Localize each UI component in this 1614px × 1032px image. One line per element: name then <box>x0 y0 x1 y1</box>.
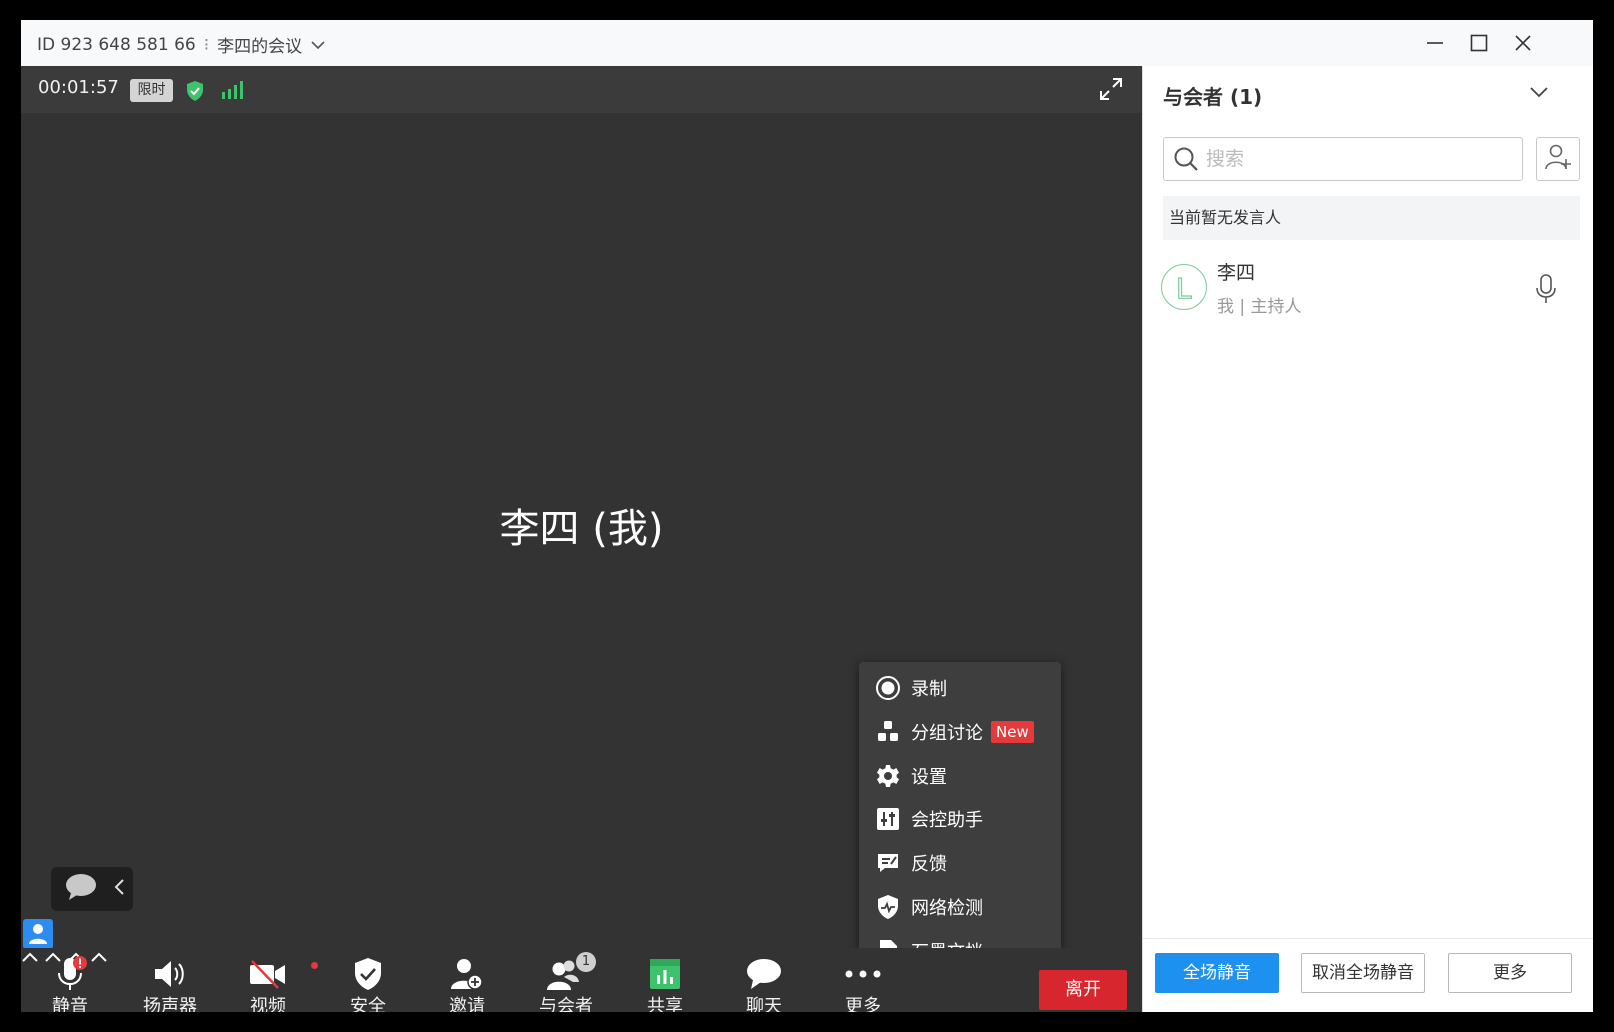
menu-item-label: 设置 <box>911 767 947 788</box>
meeting-timer: 00:01:57 <box>38 77 119 98</box>
video-alert-dot <box>311 962 318 969</box>
security-button[interactable]: 安全 <box>323 948 413 1012</box>
meeting-id: ID 923 648 581 66 <box>37 34 196 55</box>
invite-button[interactable]: 邀请 <box>422 948 512 1012</box>
menu-item-label: 反馈 <box>911 854 947 875</box>
chat-label: 聊天 <box>746 996 782 1012</box>
video-label: 视频 <box>250 996 286 1012</box>
minimize-button[interactable] <box>1419 28 1451 58</box>
participants-count-badge: 1 <box>576 952 596 972</box>
chat-button[interactable]: 聊天 <box>719 948 809 1012</box>
time-limit-badge: 限时 <box>130 79 173 102</box>
video-off-icon <box>223 956 313 992</box>
menu-item-label: 分组讨论 <box>911 723 983 744</box>
menu-item-record[interactable]: 录制 <box>859 668 1061 708</box>
maximize-button[interactable] <box>1463 28 1495 58</box>
participant-search[interactable] <box>1163 137 1523 181</box>
fullscreen-icon[interactable] <box>1098 76 1124 106</box>
participants-panel: 与会者 (1) 当前暂无发言人 L 李四 我 | 主持人 <box>1142 66 1593 1012</box>
record-icon <box>875 675 901 701</box>
video-area: 00:01:57 限时 李四 (我) 录制 分组讨论 New 设置 会控助手 反… <box>21 66 1142 1012</box>
gear-icon <box>875 763 901 789</box>
close-button[interactable] <box>1507 28 1539 58</box>
menu-item-settings[interactable]: 设置 <box>859 756 1061 796</box>
signal-strength-icon[interactable] <box>221 80 243 104</box>
participants-label: 与会者 <box>539 996 593 1012</box>
speaker-icon <box>125 956 215 992</box>
bottom-toolbar: 静音 扬声器 视频 安全 邀请 1 与会者 共享 聊天 更多 <box>21 948 1142 1012</box>
chat-icon <box>719 956 809 992</box>
invite-label: 邀请 <box>449 996 485 1012</box>
chat-bubble-toggle[interactable] <box>51 867 133 911</box>
share-label: 共享 <box>647 996 683 1012</box>
speaker-label: 扬声器 <box>143 996 197 1012</box>
menu-item-label: 会控助手 <box>911 810 983 831</box>
participant-name: 李四 <box>1217 262 1256 284</box>
menu-item-breakout[interactable]: 分组讨论 New <box>859 712 1061 752</box>
panel-footer: 全场静音 取消全场静音 更多 <box>1143 938 1593 1012</box>
unmute-all-button[interactable]: 取消全场静音 <box>1301 953 1425 993</box>
meeting-window: ID 923 648 581 66 ⁝ 李四的会议 00:01:57 限时 李四… <box>21 20 1593 1012</box>
menu-item-control-assistant[interactable]: 会控助手 <box>859 799 1061 839</box>
avatar-letter: L <box>1176 272 1192 302</box>
meeting-title[interactable]: ID 923 648 581 66 ⁝ 李四的会议 <box>37 32 326 57</box>
current-speaker-status: 当前暂无发言人 <box>1163 196 1580 240</box>
participants-button[interactable]: 1 与会者 <box>521 948 611 1012</box>
panel-title: 与会者 (1) <box>1163 85 1263 109</box>
menu-item-network-check[interactable]: 网络检测 <box>859 887 1061 927</box>
chevron-down-icon[interactable] <box>1529 84 1549 103</box>
menu-item-label: 录制 <box>911 679 947 700</box>
mute-button[interactable]: 静音 <box>25 948 115 1012</box>
participants-icon <box>521 956 611 992</box>
more-button[interactable]: 更多 <box>818 948 908 1012</box>
mute-label: 静音 <box>52 996 88 1012</box>
title-separator: ⁝ <box>203 34 210 55</box>
ellipsis-icon <box>818 956 908 992</box>
add-person-icon <box>422 956 512 992</box>
leave-button[interactable]: 离开 <box>1039 970 1127 1010</box>
share-screen-icon <box>620 956 710 992</box>
title-bar: ID 923 648 581 66 ⁝ 李四的会议 <box>21 20 1593 66</box>
security-label: 安全 <box>350 996 386 1012</box>
share-button[interactable]: 共享 <box>620 948 710 1012</box>
menu-item-feedback[interactable]: 反馈 <box>859 843 1061 883</box>
microphone-icon[interactable] <box>1535 274 1557 308</box>
add-participant-button[interactable] <box>1536 137 1580 181</box>
new-badge: New <box>991 721 1034 743</box>
speaker-button[interactable]: 扬声器 <box>125 948 215 1012</box>
mute-all-button[interactable]: 全场静音 <box>1155 953 1279 993</box>
video-top-bar: 00:01:57 限时 <box>21 66 1142 113</box>
search-icon <box>1173 146 1199 176</box>
participant-role: 我 | 主持人 <box>1217 297 1302 317</box>
add-user-icon <box>1544 143 1572 175</box>
panel-more-button[interactable]: 更多 <box>1448 953 1572 993</box>
microphone-icon <box>25 956 115 992</box>
video-button[interactable]: 视频 <box>223 948 313 1012</box>
chat-bubble-icon <box>65 873 97 905</box>
search-input[interactable] <box>1206 144 1506 174</box>
chevron-down-icon[interactable] <box>310 37 326 53</box>
self-video-name: 李四 (我) <box>499 506 664 552</box>
encryption-shield-icon[interactable] <box>185 80 205 106</box>
more-label: 更多 <box>845 996 881 1012</box>
feedback-icon <box>875 850 901 876</box>
shield-check-icon <box>323 956 413 992</box>
control-assistant-icon <box>875 806 901 832</box>
self-user-icon[interactable] <box>23 919 53 949</box>
menu-item-label: 网络检测 <box>911 898 983 919</box>
chevron-left-icon <box>113 878 125 900</box>
participant-row[interactable]: L 李四 我 | 主持人 <box>1143 256 1593 326</box>
breakout-icon <box>875 719 901 745</box>
avatar: L <box>1161 264 1207 310</box>
network-check-icon <box>875 894 901 920</box>
more-menu: 录制 分组讨论 New 设置 会控助手 反馈 网络检测 <box>859 662 1061 987</box>
meeting-name: 李四的会议 <box>217 37 303 57</box>
